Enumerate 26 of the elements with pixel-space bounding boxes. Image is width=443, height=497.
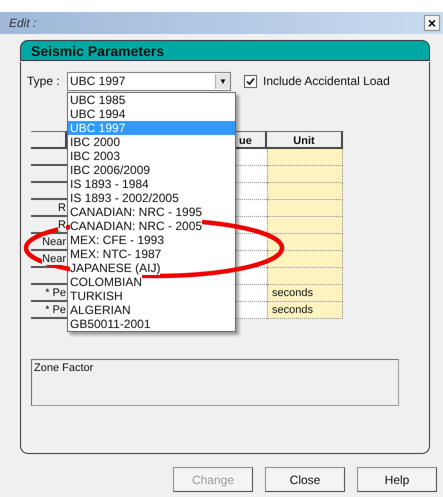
dropdown-option[interactable]: IBC 2003 — [68, 149, 235, 163]
close-button[interactable]: × — [424, 15, 440, 31]
table-cell: seconds — [267, 285, 343, 302]
dropdown-option[interactable]: ALGERIAN — [68, 303, 235, 317]
dropdown-option[interactable]: IBC 2006/2009 — [68, 163, 235, 177]
dropdown-option[interactable]: IBC 2000 — [68, 135, 235, 149]
dropdown-option[interactable]: UBC 1985 — [68, 93, 235, 107]
dialog-button[interactable]: Help — [357, 467, 437, 492]
section-title: Seismic Parameters — [31, 42, 164, 58]
dropdown-option[interactable]: UBC 1994 — [68, 107, 235, 121]
dropdown-arrow-button[interactable]: ▼ — [215, 74, 230, 88]
check-icon — [246, 76, 255, 86]
table-header: Unit — [267, 131, 343, 149]
dropdown-option[interactable]: GB50011-2001 — [68, 317, 235, 331]
table-cell: seconds — [267, 302, 343, 319]
dropdown-option[interactable]: COLOMBIAN — [68, 275, 235, 289]
dialog-button[interactable]: Close — [265, 467, 345, 492]
dropdown-option[interactable]: TURKISH — [68, 289, 235, 303]
type-dropdown[interactable]: UBC 1997 ▼ — [67, 72, 231, 90]
checkbox[interactable] — [244, 74, 257, 88]
description-text: Zone Factor — [34, 362, 94, 374]
type-value: UBC 1997 — [69, 74, 126, 88]
type-label: Type : — [27, 74, 61, 88]
window-title: Edit : — [9, 16, 36, 30]
checkbox-label: Include Accidental Load — [263, 74, 390, 88]
dropdown-option[interactable]: IS 1893 - 1984 — [68, 177, 235, 191]
